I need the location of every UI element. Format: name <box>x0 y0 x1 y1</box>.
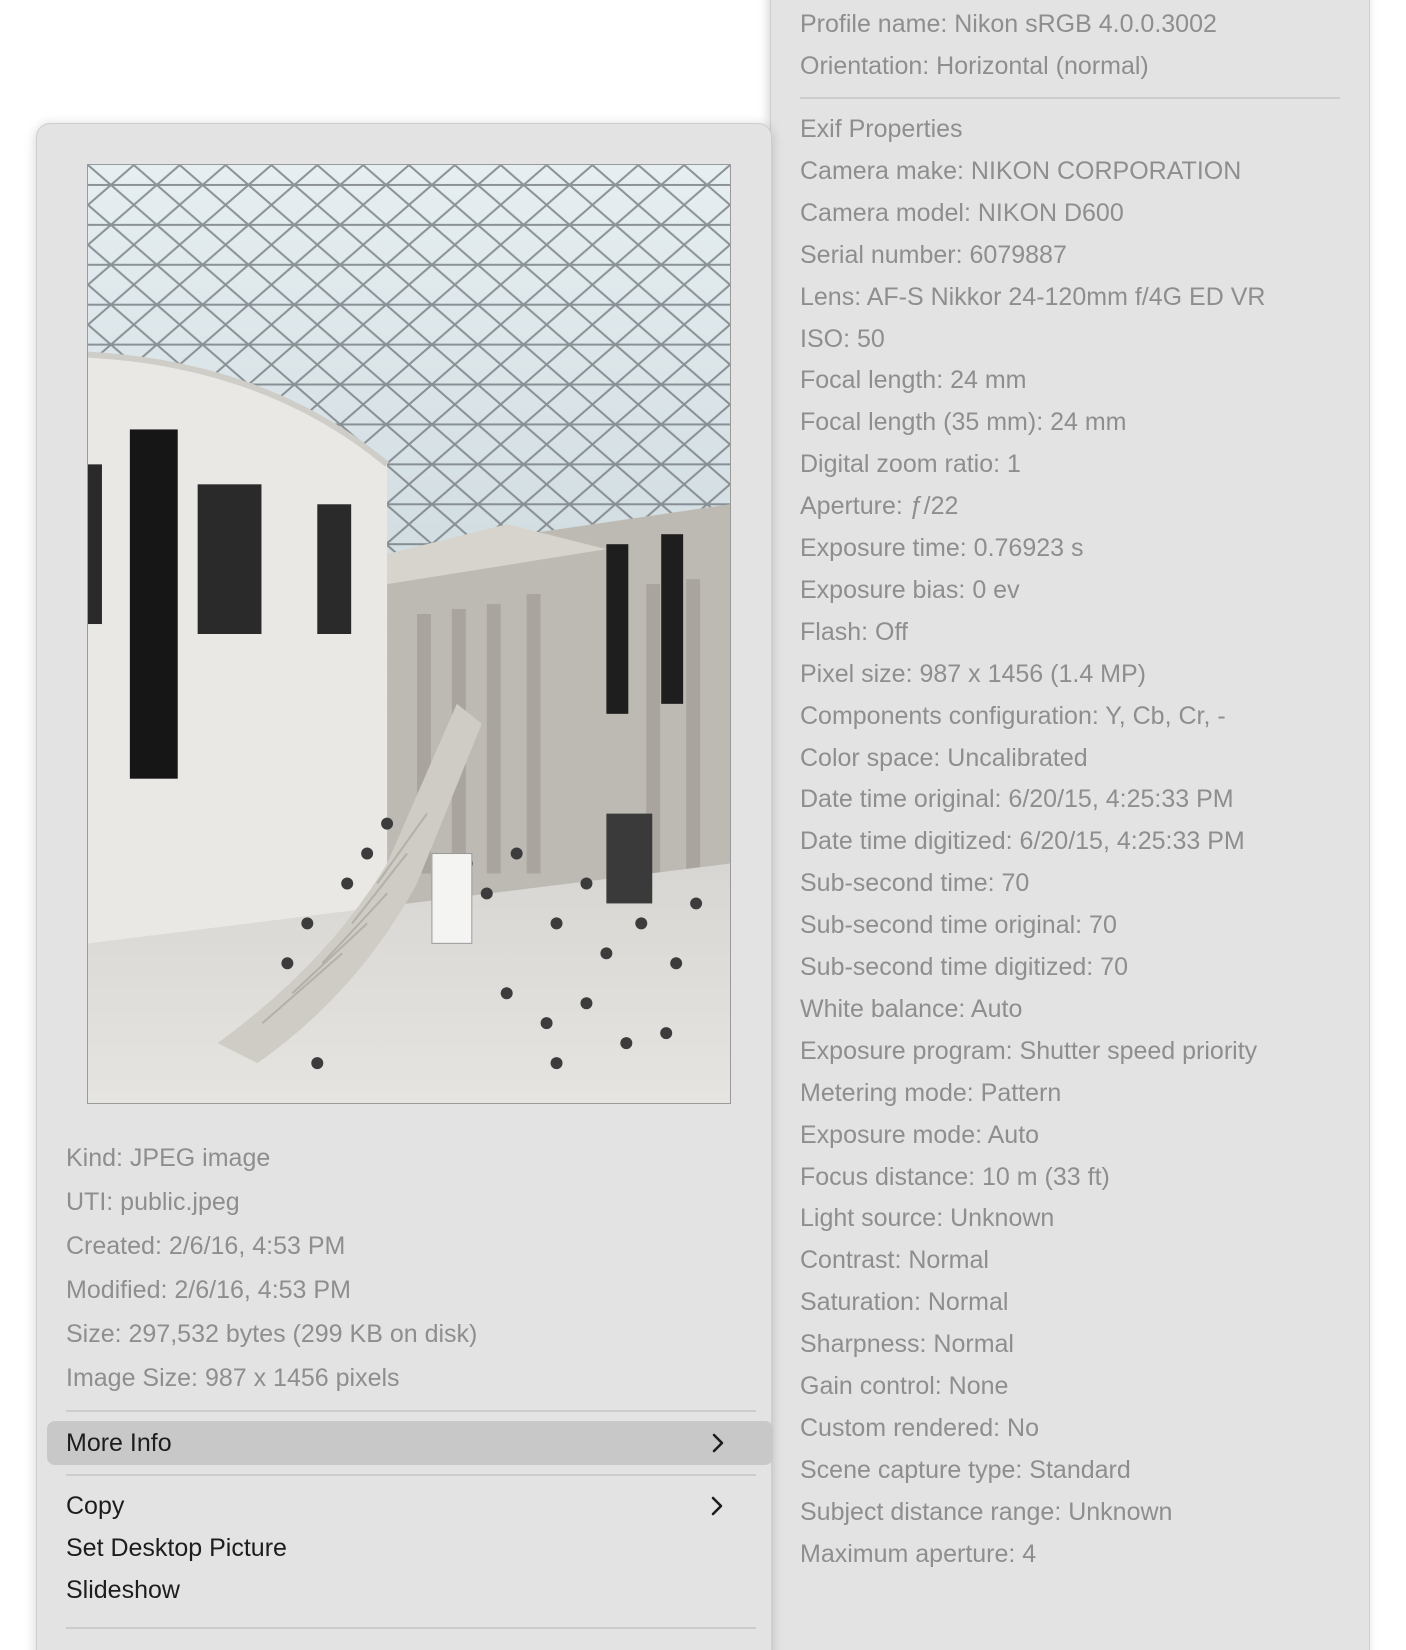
info-kind: Kind: JPEG image <box>66 1144 271 1172</box>
exif-property-line: Digital zoom ratio: 1 <box>800 450 1021 479</box>
exif-property-line: Components configuration: Y, Cb, Cr, - <box>800 701 1226 730</box>
chevron-right-icon <box>712 1433 724 1453</box>
set-desktop-picture-menu-item[interactable]: Set Desktop Picture <box>66 1526 287 1570</box>
image-preview <box>87 164 731 1104</box>
exif-property-line: Focal length: 24 mm <box>800 366 1027 395</box>
exif-property-line: Exposure time: 0.76923 s <box>800 534 1084 562</box>
exif-property-line: Flash: Off <box>800 617 908 646</box>
info-uti: UTI: public.jpeg <box>66 1188 240 1216</box>
exif-property-line: ISO: 50 <box>800 324 885 353</box>
exif-property-line: Exposure mode: Auto <box>800 1120 1040 1149</box>
screen: Profile name: Nikon sRGB 4.0.0.3002 Orie… <box>0 0 1406 1650</box>
exif-property-line: Focus distance: 10 m (33 ft) <box>800 1162 1110 1191</box>
copy-label: Copy <box>66 1492 125 1520</box>
exif-property-line: Saturation: Normal <box>800 1288 1009 1317</box>
more-info-label: More Info <box>66 1429 172 1457</box>
chevron-right-icon <box>711 1496 723 1516</box>
exif-property-line: Camera model: NIKON D600 <box>800 198 1124 227</box>
exif-property-line: Contrast: Normal <box>800 1246 989 1275</box>
exif-property-line: Exposure bias: 0 ev <box>800 575 1020 604</box>
exif-property-line: Exposure program: Shutter speed priority <box>800 1036 1258 1065</box>
exif-section-title: Exif Properties <box>800 115 963 143</box>
exif-property-line: Lens: AF-S Nikkor 24-120mm f/4G ED VR <box>800 282 1266 311</box>
info-modified: Modified: 2/6/16, 4:53 PM <box>66 1276 351 1304</box>
exif-property-line: White balance: Auto <box>800 994 1023 1023</box>
exif-property-line: Date time digitized: 6/20/15, 4:25:33 PM <box>800 827 1245 856</box>
submenu-header-line: Profile name: Nikon sRGB 4.0.0.3002 <box>800 10 1217 38</box>
more-info-menu-item[interactable]: More Info <box>47 1421 773 1465</box>
submenu-header-line: Orientation: Horizontal (normal) <box>800 52 1149 80</box>
exif-property-line: Date time original: 6/20/15, 4:25:33 PM <box>800 785 1234 814</box>
exif-property-line: Metering mode: Pattern <box>800 1078 1062 1107</box>
menu-separator <box>66 1627 756 1629</box>
info-image-size: Image Size: 987 x 1456 pixels <box>66 1364 400 1392</box>
exif-property-line: Subject distance range: Unknown <box>800 1497 1173 1526</box>
exif-property-line: Gain control: None <box>800 1372 1009 1400</box>
submenu-separator <box>800 97 1340 99</box>
exif-property-line: Maximum aperture: 4 <box>800 1539 1037 1568</box>
exif-property-line: Focal length (35 mm): 24 mm <box>800 408 1127 437</box>
exif-property-line: Pixel size: 987 x 1456 (1.4 MP) <box>800 659 1146 688</box>
slideshow-menu-item[interactable]: Slideshow <box>66 1568 180 1612</box>
exif-property-line: Custom rendered: No <box>800 1413 1040 1442</box>
more-info-submenu: Profile name: Nikon sRGB 4.0.0.3002 Orie… <box>770 0 1370 1650</box>
info-size: Size: 297,532 bytes (299 KB on disk) <box>66 1320 478 1348</box>
context-menu: Kind: JPEG image UTI: public.jpeg Create… <box>36 123 773 1650</box>
exif-property-line: Scene capture type: Standard <box>800 1455 1131 1484</box>
exif-property-line: Sub-second time original: 70 <box>800 911 1117 940</box>
copy-menu-item[interactable]: Copy <box>66 1484 746 1528</box>
info-created: Created: 2/6/16, 4:53 PM <box>66 1232 346 1260</box>
exif-property-line: Light source: Unknown <box>800 1204 1055 1233</box>
exif-property-line: Sharpness: Normal <box>800 1330 1014 1359</box>
exif-property-line: Serial number: 6079887 <box>800 240 1067 269</box>
menu-separator <box>66 1474 756 1476</box>
menu-separator <box>66 1410 756 1412</box>
exif-property-line: Color space: Uncalibrated <box>800 743 1088 772</box>
exif-property-line: Sub-second time: 70 <box>800 869 1030 898</box>
exif-property-line: Aperture: ƒ/22 <box>800 492 959 521</box>
exif-property-line: Camera make: NIKON CORPORATION <box>800 156 1242 185</box>
file-info: Kind: JPEG image UTI: public.jpeg Create… <box>66 1136 746 1400</box>
photo-thumbnail-illustration <box>88 165 730 1103</box>
exif-property-line: Sub-second time digitized: 70 <box>800 953 1128 981</box>
